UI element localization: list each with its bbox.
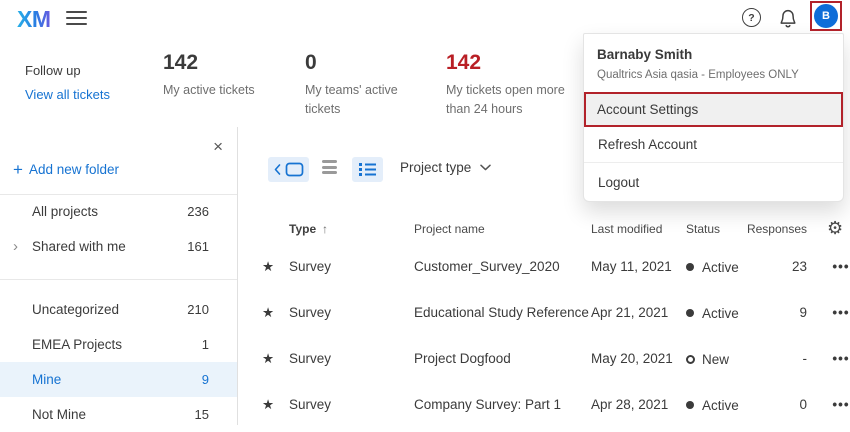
- star-icon[interactable]: ★: [260, 382, 276, 425]
- stat-label: My active tickets: [163, 81, 255, 100]
- user-org: Qualtrics Asia qasia - Employees ONLY: [597, 69, 829, 81]
- followup-title: Follow up: [25, 63, 110, 79]
- column-status[interactable]: Status: [686, 222, 720, 236]
- cell-status: Active: [686, 290, 739, 336]
- star-icon[interactable]: ★: [260, 336, 276, 382]
- list-view-button[interactable]: [352, 157, 383, 182]
- cell-responses: 9: [738, 290, 807, 336]
- cell-type: Survey: [289, 244, 331, 290]
- user-dropdown-menu: Barnaby Smith Qualtrics Asia qasia - Emp…: [583, 33, 844, 202]
- star-icon[interactable]: ★: [260, 290, 276, 336]
- column-responses[interactable]: Responses: [728, 222, 807, 236]
- cell-responses: 23: [738, 244, 807, 290]
- cell-type: Survey: [289, 290, 331, 336]
- sort-ascending-icon[interactable]: ↑: [322, 222, 328, 236]
- avatar[interactable]: B: [814, 4, 838, 28]
- stat-value: 0: [305, 50, 417, 76]
- more-options-button[interactable]: •••: [827, 382, 850, 425]
- card-icon: [285, 162, 304, 177]
- cell-responses: 0: [738, 382, 807, 425]
- status-dot-icon: [686, 309, 694, 317]
- chevron-left-icon: [274, 164, 281, 175]
- table-row[interactable]: ★ Survey Company Survey: Part 1 Apr 28, …: [238, 382, 850, 425]
- folders-sidebar: × + Add new folder All projects 236 › Sh…: [0, 127, 238, 425]
- help-icon[interactable]: ?: [742, 8, 761, 27]
- gear-icon[interactable]: ⚙: [827, 218, 843, 239]
- stacked-view-icon[interactable]: [322, 160, 337, 177]
- divider: [0, 279, 237, 280]
- followup-block: Follow up View all tickets: [25, 63, 110, 102]
- notifications-bell-icon[interactable]: [777, 7, 799, 29]
- sidebar-item-not-mine[interactable]: Not Mine 15: [0, 397, 237, 432]
- status-dot-icon: [686, 355, 695, 364]
- card-view-button[interactable]: [268, 157, 309, 182]
- hamburger-menu-icon[interactable]: [66, 11, 87, 29]
- menu-item-refresh-account[interactable]: Refresh Account: [584, 127, 843, 163]
- table-row[interactable]: ★ Survey Customer_Survey_2020 May 11, 20…: [238, 244, 850, 291]
- sidebar-item-mine[interactable]: Mine 9: [0, 362, 237, 397]
- user-name: Barnaby Smith: [597, 47, 829, 62]
- cell-project-name[interactable]: Company Survey: Part 1: [414, 382, 561, 425]
- chevron-right-icon[interactable]: ›: [13, 241, 18, 253]
- cell-status: Active: [686, 244, 739, 290]
- cell-status: New: [686, 336, 729, 382]
- stat-team-active-tickets: 0 My teams' active tickets: [305, 50, 417, 119]
- cell-last-modified: Apr 28, 2021: [591, 382, 668, 425]
- sidebar-item-shared-with-me[interactable]: › Shared with me 161: [0, 229, 237, 264]
- cell-project-name[interactable]: Educational Study Reference: [414, 290, 589, 336]
- close-icon[interactable]: ×: [213, 139, 223, 155]
- list-icon: [359, 162, 376, 177]
- table-row[interactable]: ★ Survey Educational Study Reference Apr…: [238, 290, 850, 337]
- status-dot-icon: [686, 263, 694, 271]
- add-folder-label: Add new folder: [29, 162, 119, 177]
- cell-status: Active: [686, 382, 739, 425]
- cell-last-modified: May 11, 2021: [591, 244, 672, 290]
- column-last-modified[interactable]: Last modified: [591, 222, 662, 236]
- column-project-name[interactable]: Project name: [414, 222, 485, 236]
- star-icon[interactable]: ★: [260, 244, 276, 290]
- stat-value: 142: [446, 50, 576, 76]
- more-options-button[interactable]: •••: [827, 336, 850, 382]
- xm-logo: XM: [17, 6, 51, 33]
- sidebar-item-all-projects[interactable]: All projects 236: [0, 194, 237, 229]
- view-all-tickets-link[interactable]: View all tickets: [25, 87, 110, 102]
- more-options-button[interactable]: •••: [827, 244, 850, 290]
- project-type-filter[interactable]: Project type: [400, 160, 491, 175]
- stat-open-24h: 142 My tickets open more than 24 hours: [446, 50, 576, 119]
- add-new-folder-button[interactable]: + Add new folder: [13, 162, 119, 177]
- status-dot-icon: [686, 401, 694, 409]
- cell-last-modified: Apr 21, 2021: [591, 290, 668, 336]
- stat-active-tickets: 142 My active tickets: [163, 50, 255, 100]
- cell-type: Survey: [289, 336, 331, 382]
- stat-label: My tickets open more than 24 hours: [446, 81, 576, 119]
- table-row[interactable]: ★ Survey Project Dogfood May 20, 2021 Ne…: [238, 336, 850, 383]
- cell-type: Survey: [289, 382, 331, 425]
- user-info: Barnaby Smith Qualtrics Asia qasia - Emp…: [584, 34, 843, 92]
- sidebar-item-uncategorized[interactable]: Uncategorized 210: [0, 292, 237, 327]
- filter-label: Project type: [400, 160, 471, 175]
- menu-item-account-settings[interactable]: Account Settings: [584, 92, 843, 127]
- stat-value: 142: [163, 50, 255, 76]
- cell-project-name[interactable]: Customer_Survey_2020: [414, 244, 560, 290]
- plus-icon: +: [13, 163, 23, 177]
- avatar-annotation-box: B: [810, 1, 842, 31]
- more-options-button[interactable]: •••: [827, 290, 850, 336]
- cell-project-name[interactable]: Project Dogfood: [414, 336, 511, 382]
- column-type[interactable]: Type: [289, 222, 316, 236]
- chevron-down-icon: [480, 164, 491, 171]
- cell-responses: -: [738, 336, 807, 382]
- stat-label: My teams' active tickets: [305, 81, 417, 119]
- sidebar-item-emea-projects[interactable]: EMEA Projects 1: [0, 327, 237, 362]
- cell-last-modified: May 20, 2021: [591, 336, 673, 382]
- table-header: Type ↑ Project name Last modified Status…: [238, 216, 850, 244]
- menu-item-logout[interactable]: Logout: [584, 163, 843, 201]
